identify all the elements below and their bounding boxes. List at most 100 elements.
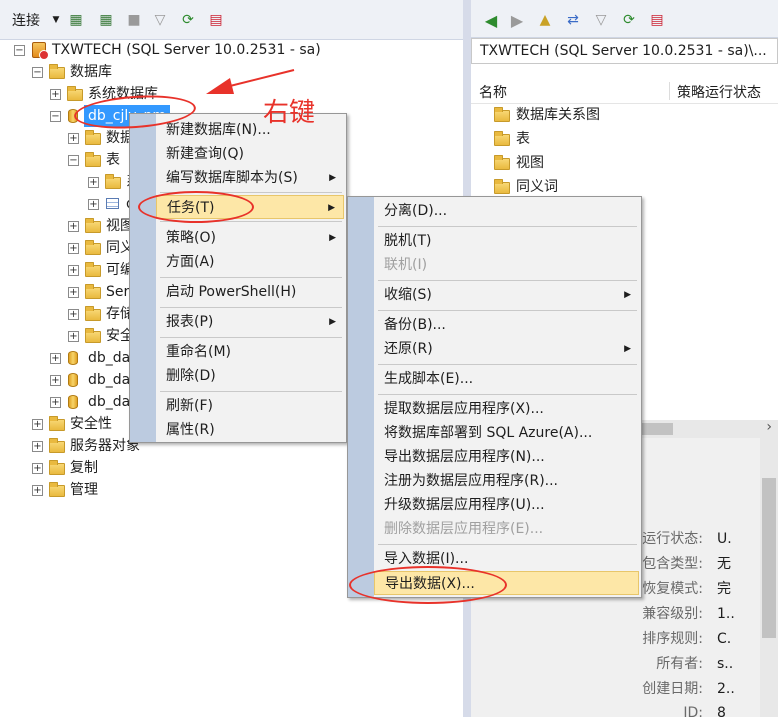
menu-icon-strip xyxy=(130,114,156,442)
menu-item-delete[interactable]: 删除(D) xyxy=(156,364,344,388)
expand-icon[interactable]: + xyxy=(32,419,43,430)
stop-icon[interactable]: ■ xyxy=(124,10,144,30)
menu-item-label: 备份(B)... xyxy=(384,317,446,333)
expand-icon[interactable]: + xyxy=(68,133,79,144)
menu-item-register-dac[interactable]: 注册为数据层应用程序(R)... xyxy=(374,469,639,493)
expand-icon[interactable]: + xyxy=(32,441,43,452)
tree-label: 管理 xyxy=(70,482,98,498)
menu-item-reports[interactable]: 报表(P) ▶ xyxy=(156,310,344,334)
column-header-name[interactable]: 名称 xyxy=(479,82,507,102)
menu-item-deploy-azure[interactable]: 将数据库部署到 SQL Azure(A)... xyxy=(374,421,639,445)
folder-icon xyxy=(85,328,101,343)
property-label: 所有者: xyxy=(656,656,703,672)
expand-icon[interactable]: + xyxy=(50,89,61,100)
folder-icon xyxy=(85,218,101,233)
connect-button[interactable]: 连接 xyxy=(12,10,40,30)
sync-icon[interactable]: ⇄ xyxy=(563,10,583,30)
connect-dropdown-icon[interactable]: ▼ xyxy=(46,10,66,30)
menu-item-detach[interactable]: 分离(D)... xyxy=(374,199,639,223)
menu-item-label: 新建数据库(N)... xyxy=(166,122,271,138)
tree-label: Ser xyxy=(106,284,130,300)
menu-item-label: 重命名(M) xyxy=(166,344,232,360)
expand-icon[interactable]: + xyxy=(68,265,79,276)
collapse-icon[interactable]: − xyxy=(32,67,43,78)
menu-item-extract-dac[interactable]: 提取数据层应用程序(X)... xyxy=(374,397,639,421)
collapse-icon[interactable]: − xyxy=(68,155,79,166)
menu-item-shrink[interactable]: 收缩(S) ▶ xyxy=(374,283,639,307)
filter-icon[interactable]: ▽ xyxy=(591,10,611,30)
menu-item-label: 属性(R) xyxy=(166,422,215,438)
expand-icon[interactable]: + xyxy=(50,397,61,408)
menu-item-label: 提取数据层应用程序(X)... xyxy=(384,401,544,417)
expand-icon[interactable]: + xyxy=(88,177,99,188)
menu-item-upgrade-dac[interactable]: 升级数据层应用程序(U)... xyxy=(374,493,639,517)
menu-item-policies[interactable]: 策略(O) ▶ xyxy=(156,226,344,250)
menu-separator xyxy=(160,307,342,308)
expand-icon[interactable]: + xyxy=(32,463,43,474)
menu-item-export-dac[interactable]: 导出数据层应用程序(N)... xyxy=(374,445,639,469)
column-divider[interactable] xyxy=(669,82,670,100)
folder-icon xyxy=(85,284,101,299)
new-connection-icon[interactable]: ▦ xyxy=(66,10,86,30)
menu-item-label: 编写数据库脚本为(S) xyxy=(166,170,298,186)
menu-item-script-as[interactable]: 编写数据库脚本为(S) ▶ xyxy=(156,166,344,190)
refresh-icon[interactable]: ⟳ xyxy=(178,10,198,30)
menu-item-offline[interactable]: 脱机(T) xyxy=(374,229,639,253)
menu-separator xyxy=(378,364,637,365)
details-item-label: 同义词 xyxy=(516,179,558,195)
context-menu: 新建数据库(N)... 新建查询(Q) 编写数据库脚本为(S) ▶ 任务(T) ▶ … xyxy=(129,113,347,443)
menu-separator xyxy=(378,226,637,227)
filter-icon[interactable]: ▽ xyxy=(150,10,170,30)
menu-item-label: 启动 PowerShell(H) xyxy=(166,284,297,300)
expand-icon[interactable]: + xyxy=(32,485,43,496)
stop-icon[interactable]: ▤ xyxy=(647,10,667,30)
menu-separator xyxy=(160,337,342,338)
menu-item-new-database[interactable]: 新建数据库(N)... xyxy=(156,118,344,142)
menu-item-backup[interactable]: 备份(B)... xyxy=(374,313,639,337)
expand-icon[interactable]: + xyxy=(68,243,79,254)
refresh-icon[interactable]: ⟳ xyxy=(619,10,639,30)
menu-separator xyxy=(378,394,637,395)
forward-icon[interactable]: ▶ xyxy=(507,10,527,30)
vertical-scrollbar[interactable] xyxy=(760,438,778,717)
expand-icon[interactable]: + xyxy=(68,309,79,320)
details-item-label: 数据库关系图 xyxy=(516,107,600,123)
tree-node-server[interactable]: − TXWTECH (SQL Server 10.0.2531 - sa) xyxy=(14,39,354,61)
menu-item-label: 导出数据层应用程序(N)... xyxy=(384,449,545,465)
menu-item-generate-scripts[interactable]: 生成脚本(E)... xyxy=(374,367,639,391)
column-header-policy[interactable]: 策略运行状态 xyxy=(677,82,761,102)
collapse-icon[interactable]: − xyxy=(50,111,61,122)
menu-item-label: 分离(D)... xyxy=(384,203,448,219)
menu-item-delete-dac[interactable]: 删除数据层应用程序(E)... xyxy=(374,517,639,541)
menu-item-facets[interactable]: 方面(A) xyxy=(156,250,344,274)
menu-item-label: 脱机(T) xyxy=(384,233,432,249)
expand-icon[interactable]: + xyxy=(68,287,79,298)
menu-separator xyxy=(160,277,342,278)
menu-item-new-query[interactable]: 新建查询(Q) xyxy=(156,142,344,166)
menu-item-powershell[interactable]: 启动 PowerShell(H) xyxy=(156,280,344,304)
expand-icon[interactable]: + xyxy=(50,375,61,386)
menu-item-label: 报表(P) xyxy=(166,314,214,330)
collapse-icon[interactable]: − xyxy=(14,45,25,56)
activity-monitor-icon[interactable]: ▤ xyxy=(206,10,226,30)
menu-separator xyxy=(378,280,637,281)
folder-icon xyxy=(494,131,510,146)
expand-icon[interactable]: + xyxy=(68,331,79,342)
back-icon[interactable]: ◀ xyxy=(481,10,501,30)
menu-item-properties[interactable]: 属性(R) xyxy=(156,418,344,442)
disconnect-icon[interactable]: ▦ xyxy=(96,10,116,30)
menu-item-rename[interactable]: 重命名(M) xyxy=(156,340,344,364)
menu-item-refresh[interactable]: 刷新(F) xyxy=(156,394,344,418)
folder-icon xyxy=(85,240,101,255)
chevron-right-icon[interactable]: › xyxy=(766,419,772,435)
up-folder-icon[interactable]: ▲ xyxy=(535,10,555,30)
details-item-label: 表 xyxy=(516,131,530,147)
submenu-arrow-icon: ▶ xyxy=(329,173,336,183)
expand-icon[interactable]: + xyxy=(50,353,61,364)
menu-item-restore[interactable]: 还原(R) ▶ xyxy=(374,337,639,361)
property-value: 完 xyxy=(717,581,731,597)
expand-icon[interactable]: + xyxy=(68,221,79,232)
expand-icon[interactable]: + xyxy=(88,199,99,210)
scrollbar-thumb[interactable] xyxy=(762,478,776,638)
menu-item-online[interactable]: 联机(I) xyxy=(374,253,639,277)
